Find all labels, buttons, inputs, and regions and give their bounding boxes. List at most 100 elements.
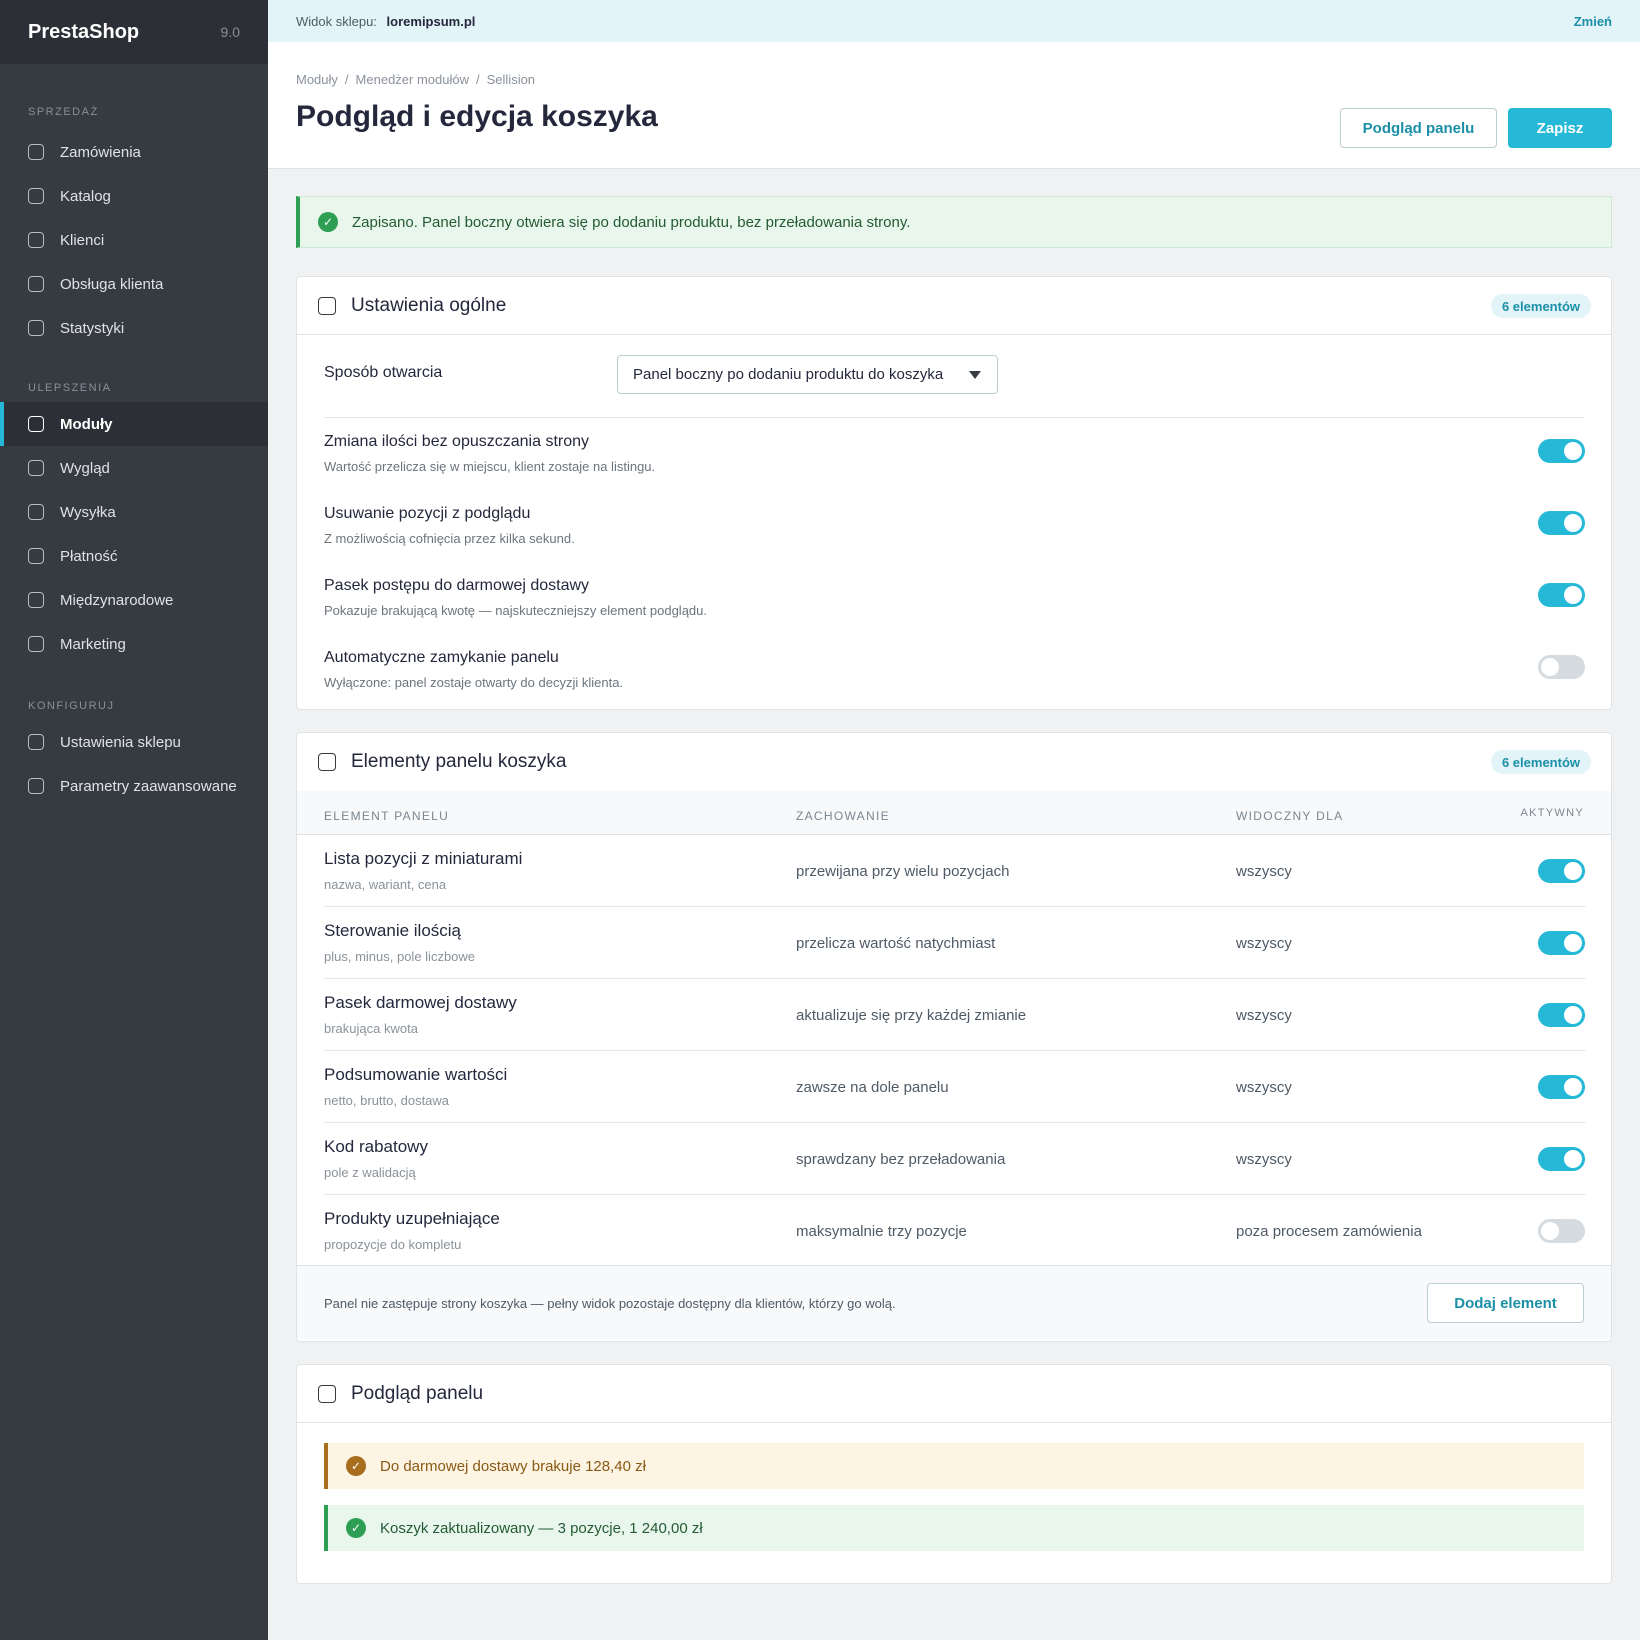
sidebar-item-wyglad[interactable]: Wygląd <box>0 446 268 490</box>
element-name: Kod rabatowy <box>324 1137 428 1156</box>
table-row: Sterowanie ilością plus, minus, pole lic… <box>297 907 1613 979</box>
sidebar-item-statystyki[interactable]: Statystyki <box>0 306 268 350</box>
page-title: Podgląd i edycja koszyka <box>296 100 658 133</box>
table-row: Podsumowanie wartości netto, brutto, dos… <box>297 1051 1613 1123</box>
checkbox-icon <box>318 753 336 771</box>
sidebar-item-ustawienia-sklepu[interactable]: Ustawienia sklepu <box>0 720 268 764</box>
card-title: Podgląd panelu <box>351 1382 484 1404</box>
element-details: plus, minus, pole liczbowe <box>324 949 476 964</box>
setting-label: Pasek postępu do darmowej dostawy <box>324 577 590 594</box>
breadcrumb-item[interactable]: Menedżer modułów <box>356 72 469 87</box>
check-circle-icon: ✓ <box>346 1518 366 1538</box>
sidebar-item-label: Obsługa klienta <box>60 275 164 293</box>
element-toggle[interactable] <box>1538 1003 1585 1027</box>
element-name: Lista pozycji z miniaturami <box>324 849 523 868</box>
element-toggle[interactable] <box>1538 1147 1585 1171</box>
element-visibility: wszyscy <box>1236 1007 1292 1024</box>
sidebar-item-label: Płatność <box>60 547 118 565</box>
setting-toggle[interactable] <box>1538 583 1585 607</box>
setting-description: Pokazuje brakującą kwotę — najskutecznie… <box>324 603 707 618</box>
shipping-notice-text: Do darmowej dostawy brakuje 128,40 zł <box>380 1457 646 1475</box>
setting-toggle[interactable] <box>1538 439 1585 463</box>
setting-description: Wartość przelicza się w miejscu, klient … <box>324 459 656 474</box>
element-toggle[interactable] <box>1538 1219 1585 1243</box>
version-label: 9.0 <box>220 24 240 40</box>
table-row: Produkty uzupełniające propozycje do kom… <box>297 1195 1613 1267</box>
element-toggle[interactable] <box>1538 1075 1585 1099</box>
open-mode-value: Panel boczny po dodaniu produktu do kosz… <box>633 366 944 383</box>
panel-preview-card: Podgląd panelu ✓ Do darmowej dostawy bra… <box>296 1364 1612 1584</box>
sidebar-item-obsluga-klienta[interactable]: Obsługa klienta <box>0 262 268 306</box>
sidebar: PrestaShop 9.0 SPRZEDAŻ Zamówienia Katal… <box>0 0 268 1640</box>
element-behavior: maksymalnie trzy pozycje <box>796 1223 967 1240</box>
column-header: WIDOCZNY DLA <box>1236 809 1344 823</box>
sidebar-item-moduly[interactable]: Moduły <box>0 402 268 446</box>
checkbox-icon <box>28 188 44 204</box>
sidebar-item-zamowienia[interactable]: Zamówienia <box>0 130 268 174</box>
preview-panel-button[interactable]: Podgląd panelu <box>1340 108 1497 148</box>
cart-elements-card: Elementy panelu koszyka 6 elementów ELEM… <box>296 732 1612 1342</box>
sidebar-item-miedzynarodowe[interactable]: Międzynarodowe <box>0 578 268 622</box>
footer-note: Panel nie zastępuje strony koszyka — peł… <box>324 1296 896 1311</box>
open-mode-label: Sposób otwarcia <box>324 364 443 381</box>
checkbox-icon <box>28 320 44 336</box>
sidebar-item-label: Katalog <box>60 187 111 205</box>
sidebar-item-label: Moduły <box>60 415 113 433</box>
element-name: Podsumowanie wartości <box>324 1065 508 1084</box>
checkbox-icon <box>28 548 44 564</box>
breadcrumb-separator: / <box>344 72 349 87</box>
element-visibility: wszyscy <box>1236 1079 1292 1096</box>
nav-section-title: ULEPSZENIA <box>28 382 112 394</box>
general-settings-card: Ustawienia ogólne 6 elementów Sposób otw… <box>296 276 1612 710</box>
element-name: Pasek darmowej dostawy <box>324 993 517 1012</box>
checkbox-icon <box>318 1384 336 1403</box>
element-visibility: wszyscy <box>1236 1151 1292 1168</box>
check-circle-icon: ✓ <box>318 212 338 232</box>
shop-name[interactable]: loremipsum.pl <box>387 14 476 29</box>
add-element-button[interactable]: Dodaj element <box>1427 1283 1584 1323</box>
element-details: brakująca kwota <box>324 1021 418 1036</box>
checkbox-icon <box>28 276 44 292</box>
sidebar-item-label: Zamówienia <box>60 143 141 161</box>
setting-label: Zmiana ilości bez opuszczania strony <box>324 433 590 450</box>
element-visibility: wszyscy <box>1236 935 1292 952</box>
change-shop-link[interactable]: Zmień <box>1574 14 1612 29</box>
shipping-notice: ✓ Do darmowej dostawy brakuje 128,40 zł <box>324 1443 1584 1489</box>
element-behavior: przelicza wartość natychmiast <box>796 935 996 952</box>
column-header: ELEMENT PANELU <box>324 809 450 823</box>
table-row: Kod rabatowy pole z walidacją sprawdzany… <box>297 1123 1613 1195</box>
setting-label: Automatyczne zamykanie panelu <box>324 649 559 666</box>
checkbox-icon <box>28 416 44 432</box>
nav-section-title: SPRZEDAŻ <box>28 106 99 118</box>
caret-down-icon <box>969 371 981 379</box>
setting-toggle[interactable] <box>1538 655 1585 679</box>
element-details: propozycje do kompletu <box>324 1237 462 1252</box>
success-alert: ✓ Zapisano. Panel boczny otwiera się po … <box>296 196 1612 248</box>
element-behavior: przewijana przy wielu pozycjach <box>796 863 1010 880</box>
sidebar-item-marketing[interactable]: Marketing <box>0 622 268 666</box>
save-button[interactable]: Zapisz <box>1508 108 1612 148</box>
sidebar-item-klienci[interactable]: Klienci <box>0 218 268 262</box>
card-footer: Panel nie zastępuje strony koszyka — peł… <box>297 1265 1611 1339</box>
sidebar-item-katalog[interactable]: Katalog <box>0 174 268 218</box>
sidebar-item-wysylka[interactable]: Wysyłka <box>0 490 268 534</box>
checkbox-icon <box>28 734 44 750</box>
open-mode-select[interactable]: Panel boczny po dodaniu produktu do kosz… <box>617 355 998 394</box>
breadcrumb-separator: / <box>476 72 480 87</box>
sidebar-item-platnosc[interactable]: Płatność <box>0 534 268 578</box>
element-toggle[interactable] <box>1538 931 1585 955</box>
setting-toggle[interactable] <box>1538 511 1585 535</box>
breadcrumb-item[interactable]: Moduły <box>296 72 338 87</box>
sidebar-item-label: Marketing <box>60 635 126 653</box>
sidebar-item-parametry-zaawansowane[interactable]: Parametry zaawansowane <box>0 764 268 808</box>
checkbox-icon <box>28 778 44 794</box>
column-header: AKTYWNY <box>1520 807 1584 819</box>
brand-logo[interactable]: PrestaShop <box>28 21 139 44</box>
breadcrumb-item[interactable]: Sellision <box>487 72 535 87</box>
checkbox-icon <box>28 636 44 652</box>
card-header: Elementy panelu koszyka 6 elementów <box>297 733 1611 791</box>
checkbox-icon <box>28 232 44 248</box>
element-toggle[interactable] <box>1538 859 1585 883</box>
brand-bar: PrestaShop 9.0 <box>0 0 268 64</box>
sidebar-item-label: Klienci <box>60 231 105 249</box>
